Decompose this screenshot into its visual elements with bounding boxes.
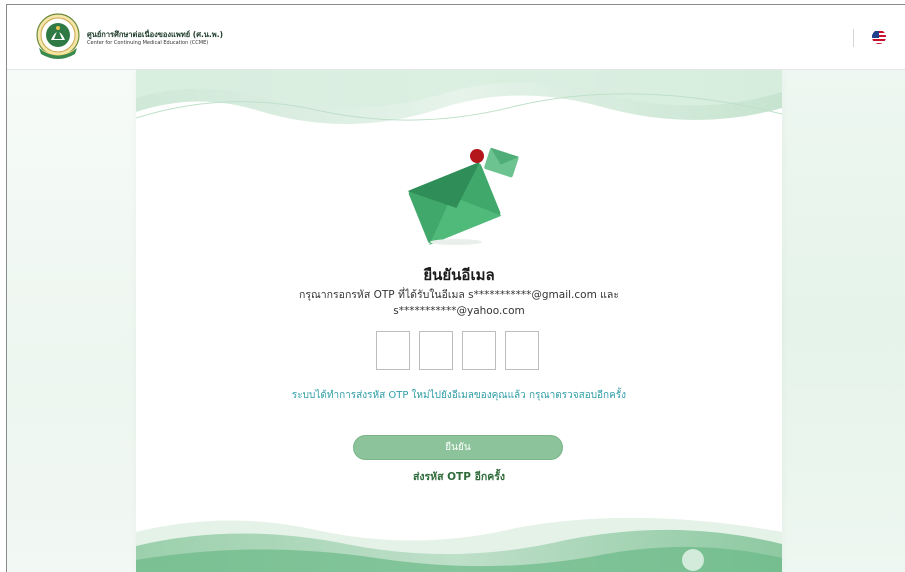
otp-digit-3-input[interactable] xyxy=(462,331,496,370)
resend-otp-link[interactable]: ส่งรหัส OTP อีกครั้ง xyxy=(136,468,782,485)
bottom-wave-decoration xyxy=(136,510,782,572)
ccme-logo[interactable] xyxy=(33,12,83,62)
otp-digit-4-input[interactable] xyxy=(505,331,539,370)
page-title: ยืนยันอีเมล xyxy=(423,266,495,284)
confirm-button[interactable]: ยืนยัน xyxy=(353,435,563,460)
otp-input-group xyxy=(376,331,542,371)
otp-digit-2-input[interactable] xyxy=(419,331,453,370)
browser-viewport: ศูนย์การศึกษาต่อเนื่องของแพทย์ (ศ.น.พ.) … xyxy=(6,4,905,572)
top-wave-decoration xyxy=(136,70,782,124)
header-divider xyxy=(853,29,854,47)
verify-email-card: ยืนยันอีเมล กรุณากรอกรหัส OTP ที่ได้รับใ… xyxy=(136,70,782,572)
brand-title-english: Center for Continuing Medical Education … xyxy=(87,40,209,46)
otp-instruction-text: กรุณากรอกรหัส OTP ที่ได้รับในอีเมล s****… xyxy=(299,289,619,317)
otp-digit-1-input[interactable] xyxy=(376,331,410,370)
background-left-panel xyxy=(7,70,137,572)
envelope-illustration xyxy=(407,147,520,245)
background-right-panel xyxy=(782,70,905,572)
top-header: ศูนย์การศึกษาต่อเนื่องของแพทย์ (ศ.น.พ.) … xyxy=(7,5,905,70)
us-flag-icon[interactable] xyxy=(872,30,886,44)
otp-resent-notice: ระบบได้ทำการส่งรหัส OTP ใหม่ไปยังอีเมลขอ… xyxy=(291,390,627,401)
